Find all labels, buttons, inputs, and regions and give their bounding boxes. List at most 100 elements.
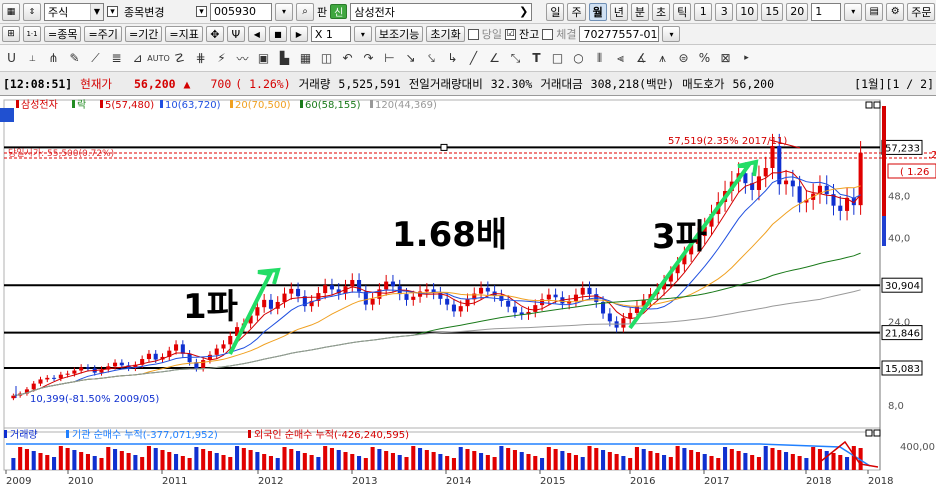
volume-bar: [438, 454, 443, 470]
tool-channel-icon[interactable]: ⤡: [506, 48, 525, 68]
x-axis-label: 2012: [258, 476, 283, 487]
stock-name-value: 삼성전자: [354, 5, 395, 19]
tab-stock[interactable]: =종목: [44, 26, 82, 42]
y-tick-label: 40,0: [888, 234, 910, 245]
interval-count-input[interactable]: 1: [811, 2, 842, 21]
stop-icon[interactable]: ■: [268, 26, 287, 42]
chevron-down-icon[interactable]: ▾: [107, 6, 118, 17]
tool-curve-icon[interactable]: 〰: [233, 48, 252, 68]
x-axis-label: 2015: [540, 476, 565, 487]
price-axis-label: 15,083: [885, 364, 920, 375]
tool-expand-icon[interactable]: ▸: [737, 48, 756, 68]
tool-rect-icon[interactable]: □: [548, 48, 567, 68]
period-button-day[interactable]: 일: [546, 2, 565, 21]
volume-bar: [106, 447, 111, 470]
tool-stair-icon[interactable]: ▙: [275, 48, 294, 68]
tool-fan-icon[interactable]: ⫷: [611, 48, 630, 68]
tool-auto-icon[interactable]: AUTO: [147, 48, 170, 68]
tool-cross-icon[interactable]: ⋕: [191, 48, 210, 68]
tool-pattern-icon[interactable]: ☡: [170, 48, 189, 68]
tool-text-icon[interactable]: T: [527, 48, 546, 68]
dropdown-icon[interactable]: ▾: [353, 26, 372, 42]
tool-ellipse-icon[interactable]: ○: [569, 48, 588, 68]
tool-pen-icon[interactable]: ✎: [65, 48, 84, 68]
tool-trend-icon[interactable]: ⟋: [86, 48, 105, 68]
page-indicator[interactable]: [1월][1 / 2]: [854, 76, 934, 92]
tab-indicator[interactable]: =지표: [165, 26, 203, 42]
tool-frame-icon[interactable]: ◫: [317, 48, 336, 68]
interval-button-3[interactable]: 3: [715, 2, 734, 21]
execution-checkbox[interactable]: [542, 28, 554, 40]
tool-pointer-icon[interactable]: ⋔: [44, 48, 63, 68]
stock-name-field[interactable]: 삼성전자 ❯: [350, 2, 533, 21]
candle-icon[interactable]: Ψ: [226, 26, 245, 42]
price-chart-svg[interactable]: 57,233 30,904 21,846 15,083 48,0 40,0 24,0 8,0.…: [0, 96, 936, 496]
period-button-tick[interactable]: 틱: [673, 2, 692, 21]
volume-bar: [194, 447, 199, 470]
tool-menu-icon[interactable]: U: [2, 48, 21, 68]
tool-fork-icon[interactable]: ⩚: [653, 48, 672, 68]
layout-icon[interactable]: 1·1: [23, 26, 41, 42]
tool-eraser-icon[interactable]: ⊠: [716, 48, 735, 68]
search-icon[interactable]: ⌕: [296, 2, 314, 21]
interval-button-20[interactable]: 20: [786, 2, 809, 21]
aux-function-button[interactable]: 보조기능: [374, 26, 424, 42]
tool-percent-icon[interactable]: %: [695, 48, 714, 68]
tool-hline-icon[interactable]: ⊢: [380, 48, 399, 68]
tool-angle-icon[interactable]: ∠: [485, 48, 504, 68]
tool-undo-icon[interactable]: ↶: [338, 48, 357, 68]
tool-cycle-icon[interactable]: ⊜: [674, 48, 693, 68]
period-button-month[interactable]: 월: [588, 2, 607, 21]
volume-bar: [384, 451, 389, 470]
tool-grid-icon[interactable]: ▦: [296, 48, 315, 68]
reset-button[interactable]: 초기화: [426, 26, 465, 42]
interval-button-15[interactable]: 15: [761, 2, 784, 21]
dropdown-icon[interactable]: ▾: [844, 2, 863, 21]
tab-period[interactable]: =주기: [84, 26, 122, 42]
save-icon[interactable]: ▤: [865, 2, 884, 21]
settings-icon[interactable]: ⚙: [886, 2, 905, 21]
period-button-second[interactable]: 초: [651, 2, 671, 21]
interval-button-10[interactable]: 10: [736, 2, 759, 21]
next-icon[interactable]: ▶: [289, 26, 308, 42]
price-range-bar-blue: [882, 216, 886, 246]
stock-code-input[interactable]: 005930: [210, 2, 272, 21]
dropdown-icon[interactable]: ▾: [662, 26, 681, 42]
spin-icon[interactable]: ⇕: [23, 2, 41, 21]
legend-swatch: [230, 100, 233, 108]
order-button[interactable]: 주문: [907, 2, 936, 21]
tool-fib-icon[interactable]: ≣: [107, 48, 126, 68]
tool-vlines-icon[interactable]: ⦀: [590, 48, 609, 68]
tool-arrow-icon[interactable]: ↳: [443, 48, 462, 68]
volume-bar: [113, 449, 118, 470]
multiplier-select[interactable]: X 1: [310, 26, 351, 42]
period-button-minute[interactable]: 분: [630, 2, 649, 21]
tool-box-icon[interactable]: ▣: [254, 48, 273, 68]
change-stock-label[interactable]: 종목변경: [121, 3, 193, 21]
grid-icon[interactable]: ⊞: [2, 26, 20, 42]
today-checkbox[interactable]: [467, 28, 479, 40]
volume-bar: [357, 456, 362, 470]
chart-area[interactable]: 57,233 30,904 21,846 15,083 48,0 40,0 24,0 8,0.…: [0, 96, 936, 496]
tool-tool-icon[interactable]: ⊥: [23, 48, 42, 68]
chevron-down-icon[interactable]: ▾: [196, 6, 207, 17]
interval-button-1[interactable]: 1: [694, 2, 713, 21]
move-icon[interactable]: ✥: [205, 26, 224, 42]
panel-control-icon: [865, 101, 873, 109]
period-button-year[interactable]: 년: [609, 2, 628, 21]
account-select[interactable]: 70277557-01: [579, 26, 660, 42]
tab-range[interactable]: =기간: [124, 26, 163, 42]
tool-ray-icon[interactable]: ↘: [401, 48, 420, 68]
balance-checkbox[interactable]: ☑: [504, 28, 516, 40]
prev-icon[interactable]: ◀: [247, 26, 266, 42]
tool-line-icon[interactable]: ╱: [464, 48, 483, 68]
grid-menu-icon[interactable]: ▦: [2, 2, 20, 21]
tool-speed-icon[interactable]: ∡: [632, 48, 651, 68]
tool-ray2-icon[interactable]: ⤥: [422, 48, 441, 68]
dropdown-icon[interactable]: ▾: [275, 2, 293, 21]
period-button-week[interactable]: 주: [567, 2, 586, 21]
tool-wave-icon[interactable]: ⚡: [212, 48, 231, 68]
tool-gann-icon[interactable]: ⊿: [128, 48, 147, 68]
market-type-select[interactable]: 주식 ▼: [44, 2, 104, 21]
tool-redo-icon[interactable]: ↷: [359, 48, 378, 68]
